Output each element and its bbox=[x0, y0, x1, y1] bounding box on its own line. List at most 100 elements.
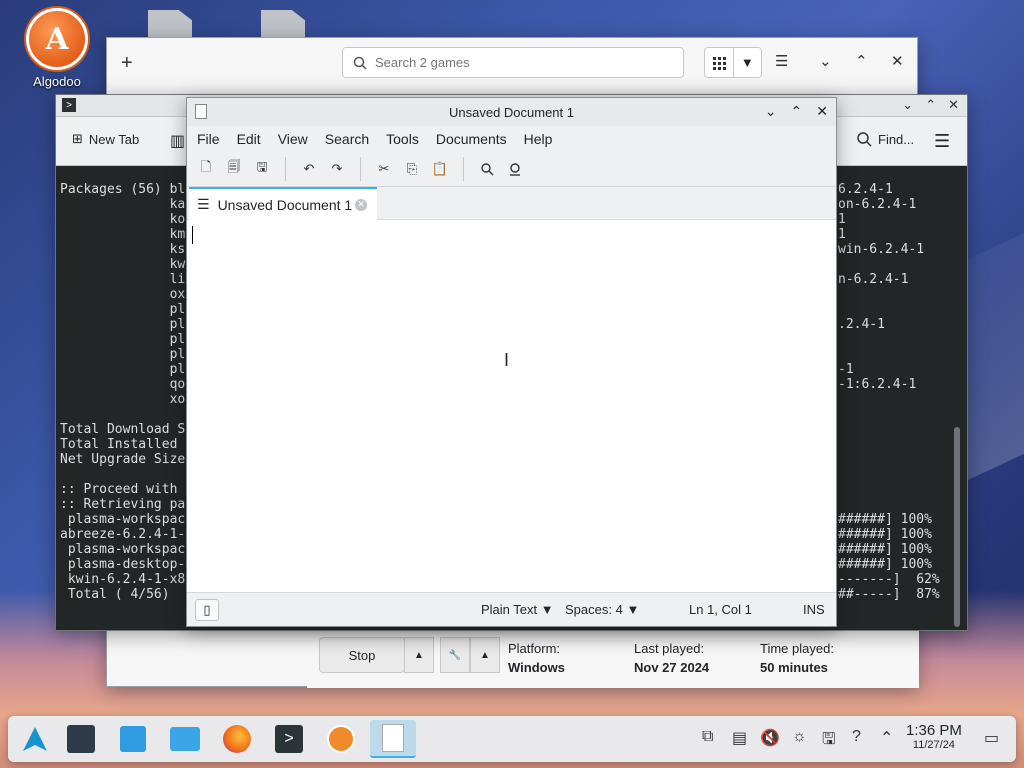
minimize-icon[interactable]: ⌄ bbox=[902, 97, 913, 113]
clock-time: 1:36 PM bbox=[906, 722, 962, 739]
text-caret bbox=[192, 226, 193, 244]
discover-store-icon[interactable] bbox=[110, 720, 156, 758]
open-document-icon[interactable]: 🗐 bbox=[225, 159, 243, 178]
menu-view[interactable]: View bbox=[278, 131, 317, 147]
desktop-icon-label: Algodoo bbox=[33, 74, 81, 89]
new-tab-icon: ⊞ bbox=[72, 131, 83, 146]
mouse-ibeam-cursor: I bbox=[504, 350, 510, 370]
chevron-down-icon[interactable]: ▼ bbox=[734, 48, 762, 77]
terminal-line-right bbox=[838, 482, 948, 497]
system-settings-icon[interactable] bbox=[58, 720, 104, 758]
menu-bar: File Edit View Search Tools Documents He… bbox=[187, 126, 836, 152]
terminal-line-right: 1 bbox=[838, 212, 846, 227]
undo-icon[interactable]: ↶ bbox=[300, 160, 318, 178]
stop-button[interactable]: Stop bbox=[319, 637, 405, 673]
file-manager-icon[interactable] bbox=[162, 720, 208, 758]
minimize-icon[interactable]: ⌄ bbox=[819, 52, 832, 70]
search-icon bbox=[857, 132, 872, 147]
stop-options-button[interactable]: ▲ bbox=[404, 637, 434, 673]
text-editor-icon[interactable] bbox=[370, 720, 416, 758]
tab-label: Unsaved Document 1 bbox=[217, 196, 353, 213]
menu-search[interactable]: Search bbox=[325, 131, 378, 147]
app-launcher-icon[interactable] bbox=[12, 720, 58, 758]
copy-icon[interactable]: ⎘ bbox=[403, 160, 421, 178]
find-replace-icon[interactable] bbox=[506, 160, 524, 178]
search-box[interactable] bbox=[342, 47, 684, 78]
terminal-icon[interactable]: > bbox=[266, 720, 312, 758]
tools-button[interactable]: 🔧 bbox=[440, 637, 470, 673]
last-played-label: Last played: bbox=[634, 641, 705, 656]
tools-options-button[interactable]: ▲ bbox=[470, 637, 500, 673]
paste-icon[interactable]: 📋 bbox=[431, 160, 449, 178]
time-played-info: Time played: 50 minutes bbox=[760, 639, 834, 677]
algodoo-icon[interactable] bbox=[318, 720, 364, 758]
language-selector[interactable]: Plain Text ▼ bbox=[481, 602, 554, 617]
menu-help[interactable]: Help bbox=[524, 131, 562, 147]
volume-muted-icon[interactable]: 🔇 bbox=[760, 728, 780, 748]
close-icon[interactable]: ✕ bbox=[891, 52, 904, 70]
terminal-line-right bbox=[838, 452, 948, 467]
terminal-line-right bbox=[838, 437, 948, 452]
save-icon[interactable]: 🖫 bbox=[253, 159, 271, 178]
platform-value: Windows bbox=[508, 660, 565, 675]
terminal-line-right bbox=[838, 392, 948, 407]
clock[interactable]: 1:36 PM 11/27/24 bbox=[906, 722, 962, 751]
hamburger-menu-icon[interactable]: ☰ bbox=[934, 131, 950, 152]
cut-icon[interactable]: ✂ bbox=[375, 160, 393, 178]
game-details-footer: Stop ▲ 🔧 ▲ Platform: Windows Last played… bbox=[307, 628, 919, 688]
terminal-line-right: ######] 100% bbox=[838, 557, 932, 572]
maximize-icon[interactable]: ⌃ bbox=[791, 103, 803, 120]
stop-button-label: Stop bbox=[348, 647, 376, 663]
firefox-icon[interactable] bbox=[214, 720, 260, 758]
terminal-line-right: ##-----] 87% bbox=[838, 587, 940, 602]
notes-icon[interactable]: ▤ bbox=[732, 728, 747, 748]
clipboard-history-icon[interactable]: ⧉ bbox=[702, 728, 713, 746]
text-editing-area[interactable]: I bbox=[187, 220, 836, 592]
terminal-line-right: -1 bbox=[838, 362, 854, 377]
find-button[interactable]: Find... bbox=[856, 131, 914, 147]
close-tab-icon[interactable]: ✕ bbox=[355, 198, 367, 211]
terminal-line-right bbox=[838, 467, 948, 482]
menu-file[interactable]: File bbox=[197, 131, 229, 147]
minimize-icon[interactable]: ⌄ bbox=[765, 103, 777, 120]
find-icon[interactable] bbox=[478, 160, 496, 178]
grid-view-icon[interactable] bbox=[705, 48, 734, 77]
find-label: Find... bbox=[878, 131, 915, 147]
close-icon[interactable]: ✕ bbox=[948, 97, 959, 113]
menu-edit[interactable]: Edit bbox=[237, 131, 270, 147]
toggle-sidebar-icon[interactable]: ▯ bbox=[195, 599, 219, 621]
terminal-line-right: win-6.2.4-1 bbox=[838, 242, 925, 257]
maximize-icon[interactable]: ⌃ bbox=[855, 52, 868, 70]
terminal-line-right bbox=[838, 407, 948, 422]
tab-document[interactable]: ☰ Unsaved Document 1 ✕ bbox=[189, 187, 377, 220]
maximize-icon[interactable]: ⌃ bbox=[925, 97, 936, 113]
terminal-line-right bbox=[838, 422, 948, 437]
menu-documents[interactable]: Documents bbox=[436, 131, 516, 147]
new-tab-button[interactable]: ⊞ New Tab bbox=[72, 131, 139, 147]
redo-icon[interactable]: ↷ bbox=[328, 160, 346, 178]
terminal-line-right: -------] 62% bbox=[838, 572, 940, 587]
terminal-line-right: 6.2.4-1 bbox=[838, 182, 893, 197]
storage-icon[interactable]: 🖫 bbox=[822, 728, 836, 755]
terminal-line-right: ######] 100% bbox=[838, 542, 932, 557]
view-toggle[interactable]: ▼ bbox=[704, 47, 762, 78]
close-icon[interactable]: ✕ bbox=[816, 103, 828, 120]
show-desktop-icon[interactable]: ▭ bbox=[984, 728, 999, 748]
split-view-icon[interactable]: ▥ bbox=[170, 131, 185, 151]
brightness-icon[interactable]: ☼ bbox=[792, 728, 807, 746]
toolbar-separator bbox=[285, 157, 286, 181]
help-icon[interactable]: ? bbox=[852, 728, 861, 746]
hamburger-menu-icon[interactable]: ☰ bbox=[775, 52, 788, 70]
desktop-icon-algodoo[interactable]: A Algodoo bbox=[22, 8, 92, 89]
clock-date: 11/27/24 bbox=[912, 739, 955, 751]
indent-label: Spaces: 4 bbox=[565, 602, 623, 617]
new-document-icon[interactable]: 🗋 bbox=[197, 159, 215, 178]
search-input[interactable] bbox=[375, 55, 655, 70]
chevron-up-icon[interactable]: ⌃ bbox=[880, 728, 893, 748]
terminal-line-right bbox=[838, 302, 948, 317]
terminal-line-right bbox=[838, 287, 948, 302]
terminal-scrollbar[interactable] bbox=[954, 427, 960, 627]
menu-tools[interactable]: Tools bbox=[386, 131, 428, 147]
indent-selector[interactable]: Spaces: 4 ▼ bbox=[565, 602, 639, 617]
add-game-icon[interactable]: + bbox=[121, 52, 133, 75]
